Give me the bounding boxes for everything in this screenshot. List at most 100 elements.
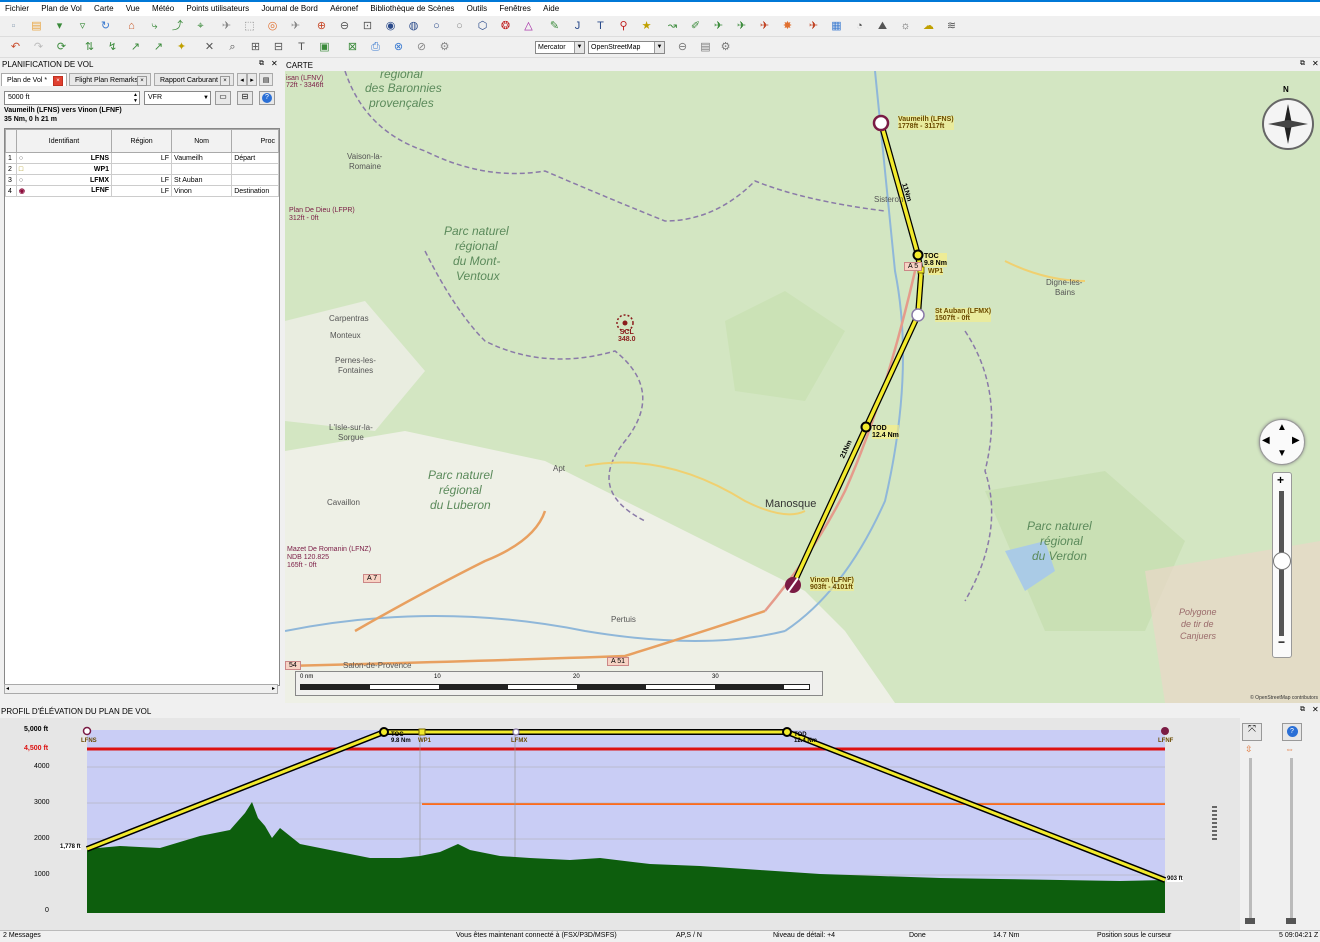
- float-icon[interactable]: ⧉: [259, 60, 264, 68]
- search-icon[interactable]: ⌕: [225, 40, 240, 55]
- triangle-icon[interactable]: △: [521, 19, 536, 34]
- flight-rules-select[interactable]: VFR ▼: [144, 91, 211, 105]
- menu-weather[interactable]: Météo: [147, 2, 179, 13]
- plane-icon[interactable]: ✈: [711, 19, 726, 34]
- route-reverse-icon[interactable]: ⇅: [82, 40, 97, 55]
- map-settings-icon[interactable]: ⚙: [718, 40, 733, 55]
- spinner-icon[interactable]: ▲ ▼: [133, 92, 138, 104]
- undo-icon[interactable]: ↶: [8, 40, 23, 55]
- zoom-rect-icon[interactable]: ⊡: [360, 19, 375, 34]
- float-icon[interactable]: ⧉: [1300, 706, 1305, 714]
- centre-icon[interactable]: ◎: [265, 19, 280, 34]
- plane2-icon[interactable]: ✈: [734, 19, 749, 34]
- float-icon[interactable]: ⧉: [1300, 60, 1305, 68]
- new-file-icon[interactable]: ▫: [6, 19, 21, 34]
- sun-icon[interactable]: ☼: [898, 19, 913, 34]
- ndb-route-icon[interactable]: ↗: [151, 40, 166, 55]
- waypoint-route-icon[interactable]: ✦: [174, 40, 189, 55]
- tab-flight-plan[interactable]: Plan de Vol * ×: [1, 73, 67, 86]
- toc-marker-icon[interactable]: [912, 249, 924, 261]
- close-icon[interactable]: ✕: [271, 59, 278, 68]
- gauge-icon[interactable]: ◔: [852, 19, 867, 34]
- close-tab-icon[interactable]: ×: [137, 76, 147, 86]
- splitter-handle[interactable]: [1212, 806, 1217, 840]
- layer-icon[interactable]: ⊘: [414, 40, 429, 55]
- airplane4-icon[interactable]: ✈: [806, 19, 821, 34]
- close-icon[interactable]: ✕: [1312, 705, 1319, 714]
- chart-icon[interactable]: ⊟: [271, 40, 286, 55]
- close-tab-icon[interactable]: ×: [53, 76, 63, 86]
- close-tab-icon[interactable]: ×: [220, 76, 230, 86]
- pan-down-icon[interactable]: ▼: [1277, 448, 1287, 459]
- zoom-handle[interactable]: [1273, 552, 1291, 570]
- image-icon[interactable]: ▣: [317, 40, 332, 55]
- help-button[interactable]: ?: [259, 91, 275, 105]
- save-icon[interactable]: ▾: [52, 19, 67, 34]
- plan-settings-button[interactable]: ⊟: [237, 91, 253, 105]
- airport-icon[interactable]: [911, 308, 925, 322]
- route-add-icon[interactable]: ⤷: [147, 19, 162, 34]
- tab-scroll-left[interactable]: ◂: [237, 73, 247, 86]
- zoom-in-icon[interactable]: ⊕: [314, 19, 329, 34]
- star-icon[interactable]: ★: [639, 19, 654, 34]
- map-zoom-out-icon[interactable]: ⊖: [675, 40, 690, 55]
- menu-aircraft[interactable]: Aéronef: [325, 2, 363, 13]
- zoom-out-button[interactable]: −: [1278, 635, 1285, 649]
- table-row[interactable]: 3 ○ LFMX LF St Auban: [5, 174, 279, 186]
- menu-tools[interactable]: Outils: [462, 2, 492, 13]
- menu-flightplan[interactable]: Plan de Vol: [36, 2, 86, 13]
- scroll-right-icon[interactable]: ▸: [272, 685, 275, 692]
- map-theme-select[interactable]: OpenStreetMap ▼: [588, 41, 665, 54]
- table-horizontal-scrollbar[interactable]: ◂ ▸: [4, 684, 278, 694]
- col-name[interactable]: Nom: [171, 129, 233, 153]
- altitude-input[interactable]: 5000 ft ▲ ▼: [4, 91, 140, 105]
- save-as-icon[interactable]: ▿: [75, 19, 90, 34]
- expand-button[interactable]: ⤧: [1242, 723, 1262, 741]
- vor-route-icon[interactable]: ↗: [128, 40, 143, 55]
- elevation-profile[interactable]: 5,000 ft 4,500 ft 4000 3000 2000 1000 0 …: [0, 718, 1240, 930]
- tab-menu-icon[interactable]: ▤: [259, 73, 273, 86]
- grid-icon[interactable]: ▦: [829, 19, 844, 34]
- pin-icon[interactable]: ⚲: [616, 19, 631, 34]
- map-view[interactable]: régional des Baronnies provençales Vaiso…: [285, 71, 1320, 703]
- mountain-icon[interactable]: ⛰: [875, 19, 890, 34]
- menu-windows[interactable]: Fenêtres: [494, 2, 536, 13]
- tod-marker-icon[interactable]: [860, 421, 872, 433]
- route-edit-icon[interactable]: ⤴: [170, 19, 185, 34]
- vertical-zoom-track[interactable]: [1249, 758, 1252, 923]
- table-row[interactable]: 1 ○ LFNS LF Vaumeilh Départ: [5, 152, 279, 164]
- print-icon[interactable]: ⎙: [368, 40, 383, 55]
- home-icon[interactable]: ⌂: [124, 19, 139, 34]
- horizontal-zoom-handle[interactable]: [1286, 918, 1296, 924]
- status-messages[interactable]: 2 Messages: [3, 932, 41, 939]
- refresh-icon[interactable]: ⟳: [54, 40, 69, 55]
- dme-icon[interactable]: ⬡: [475, 19, 490, 34]
- zoom-slider[interactable]: + −: [1272, 472, 1292, 658]
- help-button[interactable]: ?: [1282, 723, 1302, 741]
- plane3-icon[interactable]: ✈: [757, 19, 772, 34]
- departure-airport-icon[interactable]: [872, 114, 890, 132]
- col-proc[interactable]: Proc: [231, 129, 279, 153]
- export-icon[interactable]: ⊠: [345, 40, 360, 55]
- pan-control[interactable]: ▲ ▼ ◀ ▶: [1259, 419, 1305, 465]
- track-icon[interactable]: T: [593, 19, 608, 34]
- route-icon[interactable]: ↝: [665, 19, 680, 34]
- tab-remarks[interactable]: Flight Plan Remarks ×: [69, 73, 151, 86]
- edit-plan-button[interactable]: ▭: [215, 91, 231, 105]
- projection-select[interactable]: Mercator ▼: [535, 41, 585, 54]
- redo-icon[interactable]: ↷: [31, 40, 46, 55]
- ndb-icon[interactable]: ◍: [406, 19, 421, 34]
- cross-icon[interactable]: ✕: [202, 40, 217, 55]
- open-file-icon[interactable]: ▤: [29, 19, 44, 34]
- tab-fuel[interactable]: Rapport Carburant ×: [154, 73, 234, 86]
- layers-icon[interactable]: ▤: [698, 40, 713, 55]
- horizontal-zoom-track[interactable]: [1290, 758, 1293, 923]
- pencil-icon[interactable]: ✎: [547, 19, 562, 34]
- menu-map[interactable]: Carte: [89, 2, 119, 13]
- menu-file[interactable]: Fichier: [0, 2, 34, 13]
- col-ident[interactable]: Identifiant: [15, 129, 113, 153]
- aircraft-icon[interactable]: ✈: [288, 19, 303, 34]
- settings-icon[interactable]: ⚙: [437, 40, 452, 55]
- menu-userpoints[interactable]: Points utilisateurs: [181, 2, 254, 13]
- airport-select-icon[interactable]: ✈: [219, 19, 234, 34]
